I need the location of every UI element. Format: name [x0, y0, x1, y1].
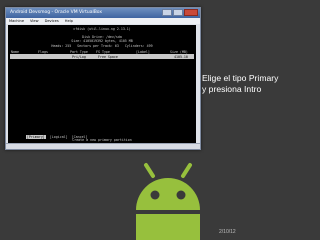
- caption-line-2: y presiona Intro: [202, 84, 262, 94]
- option-hint: Create a new primary partition: [72, 138, 132, 142]
- row-size: 4105.10: [174, 55, 188, 59]
- vm-screen[interactable]: cfdisk (util-linux-ng 2.13.1) Disk Drive…: [8, 25, 196, 144]
- android-mascot-icon: [136, 163, 200, 240]
- menu-machine[interactable]: Machine: [9, 18, 24, 24]
- menu-bar: Machine View Devices Help: [6, 18, 200, 24]
- row-part-type: Pri/Log: [72, 55, 86, 59]
- menu-view[interactable]: View: [30, 18, 39, 24]
- maximize-button[interactable]: [173, 9, 183, 16]
- menu-help[interactable]: Help: [65, 18, 73, 24]
- row-fs-type: Free Space: [98, 55, 118, 59]
- free-space-row[interactable]: Pri/Log Free Space 4105.10: [10, 55, 194, 60]
- disk-geometry: Heads: 255 Sectors per Track: 63 Cylinde…: [51, 43, 153, 48]
- caption-line-1: Elige el tipo Primary: [202, 73, 279, 83]
- vm-statusbar: [6, 143, 200, 149]
- virtualbox-window: Android Devsmog - Oracle VM VirtualBox M…: [5, 7, 201, 150]
- close-button[interactable]: [184, 9, 198, 16]
- menu-devices[interactable]: Devices: [45, 18, 59, 24]
- page-number: 2/10/12: [219, 229, 236, 235]
- cfdisk-version: cfdisk (util-linux-ng 2.13.1): [73, 27, 131, 31]
- slide-caption: Elige el tipo Primary y presiona Intro: [202, 73, 278, 95]
- window-title: Android Devsmog - Oracle VM VirtualBox: [10, 10, 103, 15]
- window-titlebar: Android Devsmog - Oracle VM VirtualBox: [6, 8, 200, 18]
- minimize-button[interactable]: [162, 9, 172, 16]
